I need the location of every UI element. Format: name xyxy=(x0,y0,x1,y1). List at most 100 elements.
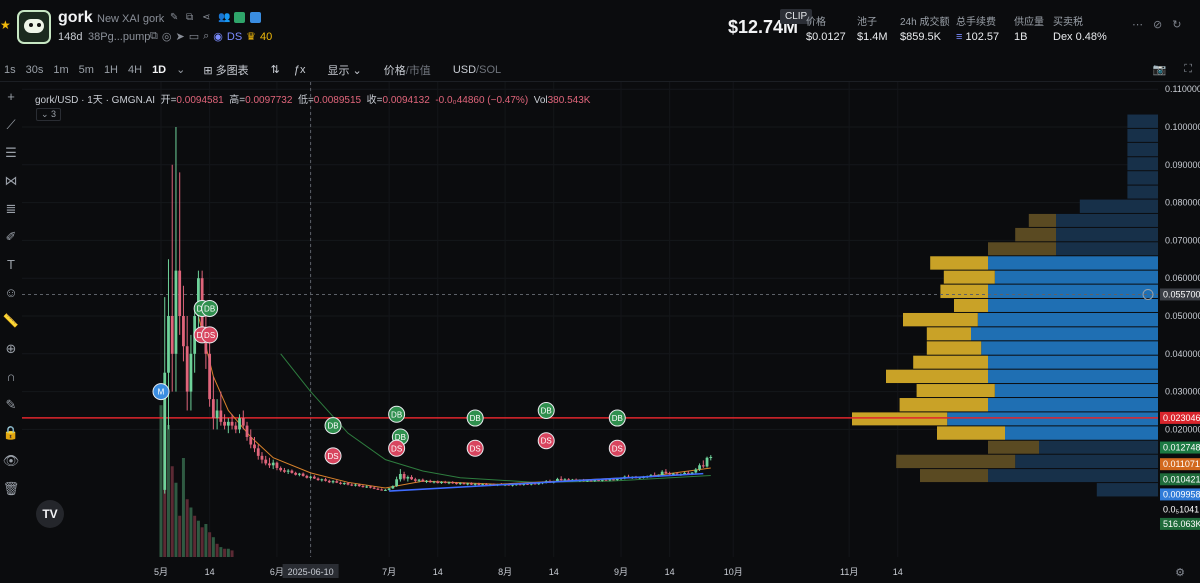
candle-body xyxy=(440,481,443,484)
signal-marker-label: DS xyxy=(541,437,552,446)
legend-volume: 380.543K xyxy=(547,95,591,106)
volume-profile-buy xyxy=(1056,227,1158,242)
share-icon[interactable]: ⋖ xyxy=(202,12,213,23)
candle-body xyxy=(458,483,462,485)
timeframe-30s[interactable]: 30s xyxy=(26,64,44,76)
signal-marker-label: DB xyxy=(470,414,481,423)
candle-body xyxy=(466,483,470,485)
signal-marker-label: M xyxy=(158,388,165,397)
display-dropdown[interactable]: 显示 ⌄ xyxy=(327,62,361,78)
volume-bar xyxy=(159,405,163,557)
volume-profile-buy xyxy=(1127,185,1158,199)
volume-bar xyxy=(193,515,197,557)
candle-body xyxy=(365,486,369,488)
volume-profile-buy xyxy=(988,398,1158,412)
volume-profile-buy xyxy=(1039,440,1158,454)
candle-body xyxy=(249,436,253,445)
ohlc-legend: gork/USD · 1天 · GMGN.AI 开=0.0094581 高=0.… xyxy=(35,95,591,106)
telegram-icon[interactable]: ➤ xyxy=(175,30,184,43)
volume-profile-sell xyxy=(926,341,982,355)
volume-bar xyxy=(215,543,219,557)
volume-bar xyxy=(189,507,193,557)
multi-chart-icon: ⊞ xyxy=(203,64,213,77)
edit-icon[interactable]: ✎ xyxy=(170,12,181,23)
candle-body xyxy=(279,467,283,471)
website-icon[interactable]: ◎ xyxy=(162,30,172,43)
candle-body xyxy=(316,478,320,481)
candle-body xyxy=(238,418,241,430)
volume-bar xyxy=(174,482,178,557)
ds-label[interactable]: DS xyxy=(227,31,242,43)
timeframe-1h[interactable]: 1H xyxy=(104,64,118,76)
signal-marker-label: DS xyxy=(327,452,338,461)
volume-profile-buy xyxy=(994,270,1158,284)
timeframe-4h[interactable]: 4H xyxy=(128,64,142,76)
fullscreen-icon[interactable]: ⛶ xyxy=(1184,63,1192,76)
volume-profile-sell xyxy=(1015,227,1056,242)
price-chart[interactable]: MDBDBDSDSDBDSDBDBDSDBDSDBDSDBDS0.1100000… xyxy=(0,82,1200,583)
favorite-star-icon[interactable]: ★ xyxy=(0,18,11,32)
timeframe-5m[interactable]: 5m xyxy=(79,64,94,76)
candle-body xyxy=(174,270,178,354)
people-icon[interactable]: 👥 xyxy=(218,12,230,23)
volume-profile-sell xyxy=(886,369,988,384)
candle-body xyxy=(297,473,301,475)
candle-body xyxy=(462,483,466,485)
candle-body xyxy=(245,425,249,437)
candle-body xyxy=(185,346,189,392)
candle-body xyxy=(477,483,481,485)
candle-body xyxy=(324,479,327,481)
x-tick-label: 14 xyxy=(893,567,903,577)
candle-body xyxy=(402,474,406,479)
volume-profile-buy xyxy=(1127,157,1158,171)
signal-marker-label: DB xyxy=(204,304,215,313)
candle-body xyxy=(230,421,234,426)
hide-icon[interactable]: ⊘ xyxy=(1153,18,1162,31)
price-mcap-toggle[interactable]: 价格/市值 xyxy=(384,62,431,78)
dots-icon[interactable]: ⋯ xyxy=(1132,18,1143,31)
indicator-collapse-button[interactable]: ⌄ 3 xyxy=(36,108,62,121)
volume-bar xyxy=(208,532,212,557)
message-icon[interactable]: ▭ xyxy=(189,30,199,43)
candle-body xyxy=(395,479,399,487)
refresh-icon[interactable]: ↻ xyxy=(1172,18,1181,31)
volume-profile-buy xyxy=(1127,114,1158,128)
candle-body xyxy=(425,480,428,482)
volume-profile-buy xyxy=(988,256,1158,270)
timeframe-dropdown-icon[interactable]: ⌄ xyxy=(176,63,185,76)
volume-profile-buy xyxy=(988,284,1158,298)
x-tick-label: 14 xyxy=(433,567,443,577)
usd-sol-toggle[interactable]: USD/SOL xyxy=(453,64,501,76)
holders-icon: ♛ xyxy=(246,31,257,43)
timeframe-1m[interactable]: 1m xyxy=(53,64,68,76)
y-tick-label: 0.060000 xyxy=(1165,273,1200,283)
indicators-toggle-icon[interactable]: ⇅ xyxy=(271,63,280,76)
signal-marker-label: DS xyxy=(391,444,402,453)
volume-profile-buy xyxy=(971,327,1158,341)
token-age: 148d xyxy=(58,31,83,43)
formula-icon[interactable]: ƒx xyxy=(294,64,306,76)
candle-body xyxy=(705,457,709,467)
volume-bar xyxy=(219,547,223,557)
price-axis-tag-label: 0.012748 xyxy=(1163,443,1200,453)
legend-close: 0.0094132 xyxy=(382,95,430,106)
camera-icon[interactable]: 📷 xyxy=(1153,63,1167,76)
price-axis-tag-label: 516.063K xyxy=(1163,519,1200,529)
settings-gear-icon[interactable]: ⚙ xyxy=(1175,566,1185,579)
timeframe-1s[interactable]: 1s xyxy=(4,64,16,76)
x-tick-label: 10月 xyxy=(724,567,743,577)
search-icon[interactable]: ⌕ xyxy=(203,30,209,43)
copy-address-icon[interactable]: ⧉ xyxy=(150,30,158,43)
candle-body xyxy=(413,479,417,481)
token-address[interactable]: 38Pg...pump xyxy=(88,31,150,43)
timeframe-1d[interactable]: 1D xyxy=(152,64,166,76)
pair-label: gork/USD · 1天 · GMGN.AI xyxy=(35,95,156,106)
ds-icon[interactable]: ◉ xyxy=(213,30,223,43)
tradingview-logo[interactable]: TV xyxy=(36,500,64,528)
copy-icon[interactable]: ⧉ xyxy=(186,12,197,23)
candle-body xyxy=(369,486,372,488)
candle-body xyxy=(215,410,219,419)
candle-body xyxy=(260,455,264,460)
multi-chart-button[interactable]: ⊞ 多图表 xyxy=(203,62,248,78)
volume-profile-buy xyxy=(981,341,1158,355)
